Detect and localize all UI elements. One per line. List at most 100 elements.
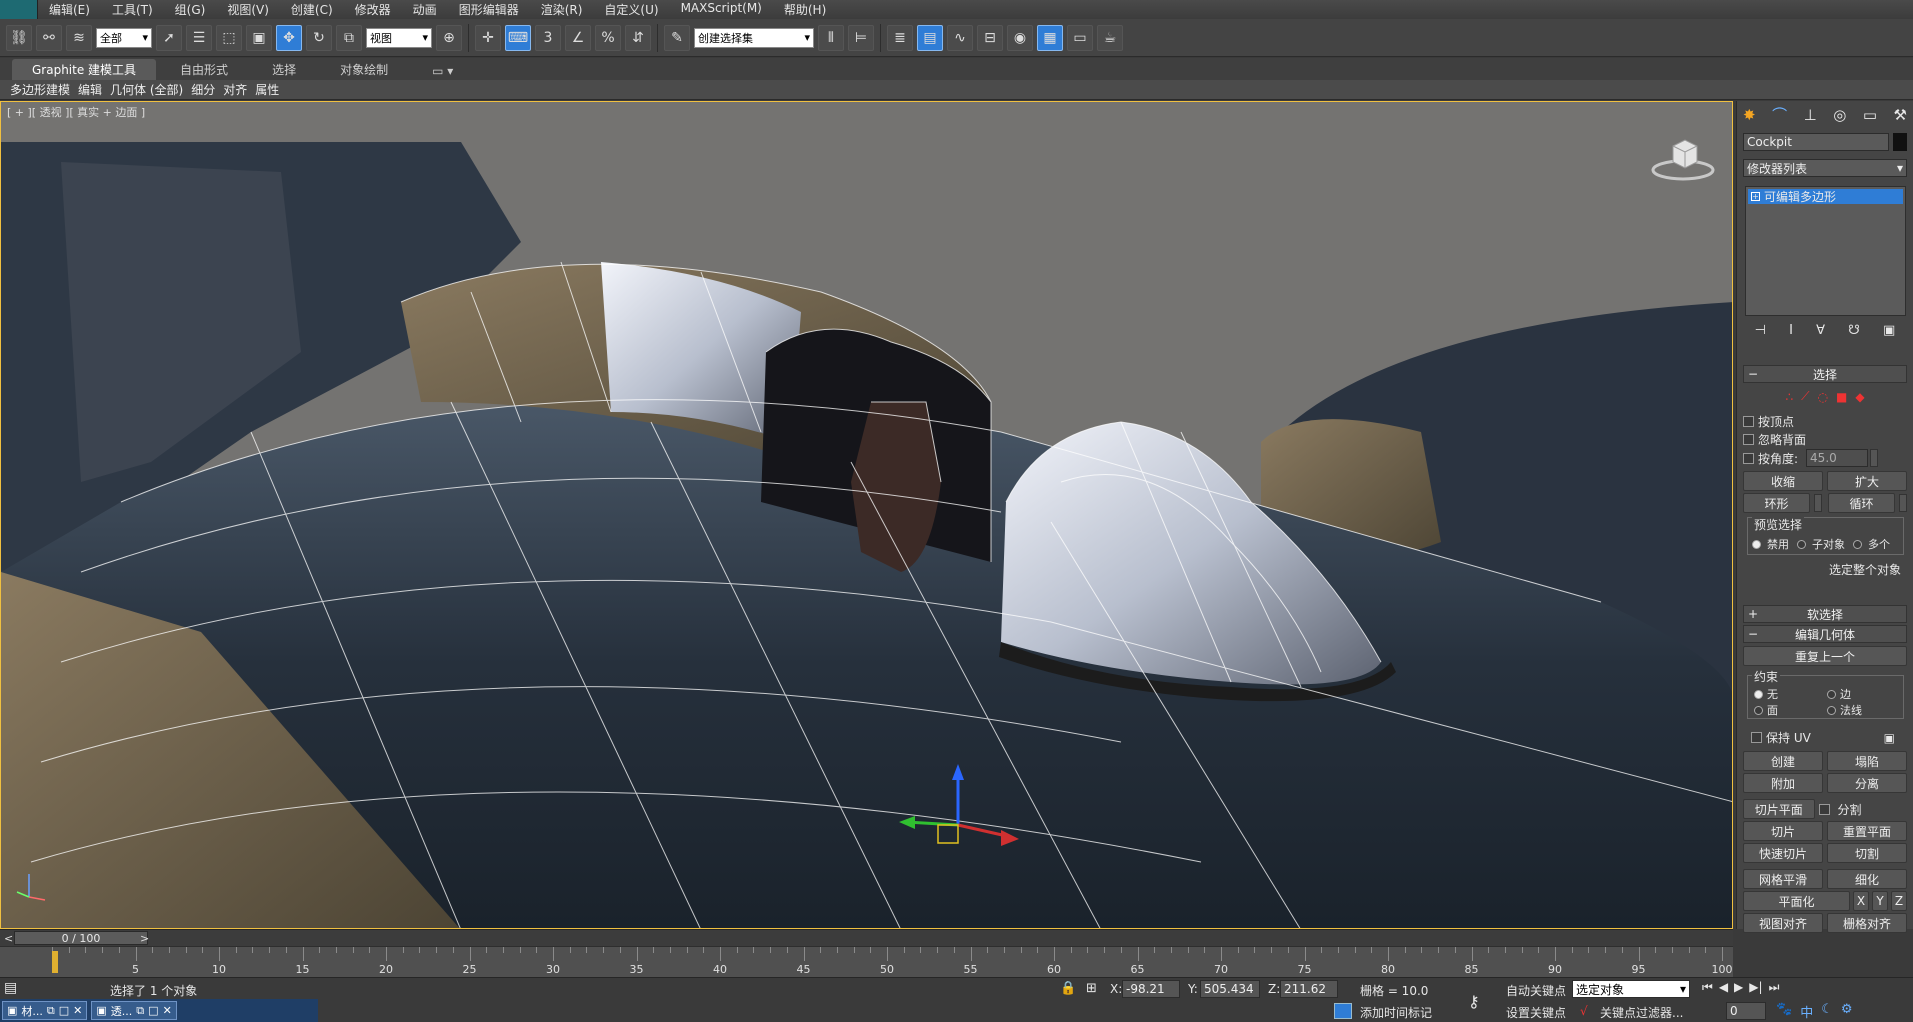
rect-selection-icon[interactable]: ⬚ xyxy=(216,24,242,51)
menu-item[interactable]: 编辑(E) xyxy=(38,1,101,18)
grow-button[interactable]: 扩大 xyxy=(1827,471,1907,491)
angle-snap-icon[interactable]: ∠ xyxy=(565,24,591,51)
element-icon[interactable]: ◆ xyxy=(1855,390,1864,404)
render-frame-icon[interactable]: ▭ xyxy=(1067,24,1093,51)
constraint-normal-radio[interactable] xyxy=(1827,705,1836,715)
x-coord-field[interactable]: -98.21 xyxy=(1122,980,1180,998)
paw-icon[interactable]: 🐾 xyxy=(1776,1002,1792,1021)
curve-icon[interactable]: √ xyxy=(1580,1004,1588,1018)
render-setup-icon[interactable]: ▦ xyxy=(1037,24,1063,51)
app-logo-button[interactable] xyxy=(0,0,38,19)
detach-button[interactable]: 分离 xyxy=(1827,773,1907,793)
layer-manager-icon[interactable]: ≣ xyxy=(887,24,913,51)
slice-button[interactable]: 切片 xyxy=(1743,821,1823,841)
menu-item[interactable]: 修改器 xyxy=(344,1,402,18)
snap-toggle-icon[interactable]: 3 xyxy=(535,24,561,51)
settings-icon[interactable]: ▣ xyxy=(1884,731,1895,745)
maxscript-listener-icon[interactable]: ▤ xyxy=(4,980,17,996)
make-planar-button[interactable]: 平面化 xyxy=(1743,891,1850,911)
keyboard-shortcut-override-icon[interactable]: ⌨ xyxy=(505,24,531,51)
viewcube-icon[interactable] xyxy=(1651,132,1715,182)
reset-plane-button[interactable]: 重置平面 xyxy=(1827,821,1907,841)
menu-item[interactable]: 创建(C) xyxy=(280,1,344,18)
move-icon[interactable]: ✥ xyxy=(276,24,302,51)
utilities-tab-icon[interactable]: ⚒ xyxy=(1894,106,1907,124)
pin-stack-icon[interactable]: ⊣ xyxy=(1755,323,1766,338)
soft-selection-rollout-header[interactable]: + 软选择 xyxy=(1743,605,1907,623)
task-material-editor[interactable]: ▣ 材... ⧉ □ ✕ xyxy=(2,1001,88,1020)
prev-frame-icon[interactable]: ◀ xyxy=(1719,980,1728,995)
meshsmooth-button[interactable]: 网格平滑 xyxy=(1743,869,1823,889)
hierarchy-tab-icon[interactable]: ⊥ xyxy=(1804,106,1817,124)
add-time-tag-button[interactable]: 添加时间标记 xyxy=(1360,1004,1432,1021)
object-name-field[interactable]: Cockpit xyxy=(1743,133,1890,151)
viewport-label[interactable]: [ + ][ 透视 ][ 真实 + 边面 ] xyxy=(7,104,145,120)
time-slider[interactable]: < 0 / 100 > xyxy=(0,929,1733,946)
current-frame-marker[interactable] xyxy=(52,951,58,973)
lock-selection-icon[interactable]: 🔒 xyxy=(1060,981,1076,996)
create-tab-icon[interactable]: ✸ xyxy=(1743,106,1756,124)
select-object-icon[interactable]: ➚ xyxy=(156,24,182,51)
restore-icon[interactable]: ⧉ xyxy=(136,1004,144,1018)
grid-align-button[interactable]: 栅格对齐 xyxy=(1827,913,1907,933)
next-frame-icon[interactable]: ▶| xyxy=(1749,980,1762,995)
show-end-result-icon[interactable]: Ⅰ xyxy=(1789,323,1793,338)
tessellate-button[interactable]: 细化 xyxy=(1827,869,1907,889)
ref-coord-dropdown[interactable]: 视图 ▾ xyxy=(366,27,432,48)
graphite-toggle-icon[interactable]: ▤ xyxy=(917,24,943,51)
by-angle-checkbox[interactable] xyxy=(1743,452,1754,464)
angle-spinner[interactable] xyxy=(1870,449,1879,467)
maximize-icon[interactable]: □ xyxy=(148,1004,158,1017)
loop-button[interactable]: 循环 xyxy=(1828,493,1895,513)
rotate-icon[interactable]: ↻ xyxy=(306,24,332,51)
task-perspective[interactable]: ▣ 透... ⧉ □ ✕ xyxy=(91,1001,177,1020)
shrink-button[interactable]: 收缩 xyxy=(1743,471,1823,491)
play-icon[interactable]: ▶ xyxy=(1734,980,1743,995)
align-icon[interactable]: ⊨ xyxy=(848,24,874,51)
ribbon-edit[interactable]: 编辑 xyxy=(78,81,102,98)
tab-freeform[interactable]: 自由形式 xyxy=(160,59,248,80)
menu-item[interactable]: 渲染(R) xyxy=(530,1,594,18)
close-icon[interactable]: ✕ xyxy=(163,1004,172,1017)
edge-icon[interactable]: ⟋ xyxy=(1801,389,1809,404)
tab-object-paint[interactable]: 对象绘制 xyxy=(320,59,408,80)
by-vertex-checkbox[interactable] xyxy=(1743,416,1754,427)
ring-button[interactable]: 环形 xyxy=(1743,493,1810,513)
current-frame-field[interactable]: 0 xyxy=(1726,1002,1766,1020)
menu-item[interactable]: 动画 xyxy=(402,1,448,18)
constraint-none-radio[interactable] xyxy=(1754,689,1763,699)
slice-plane-button[interactable]: 切片平面 xyxy=(1743,799,1815,819)
border-icon[interactable]: ◌ xyxy=(1817,390,1827,404)
pivot-center-icon[interactable]: ⊕ xyxy=(436,24,462,51)
expand-icon[interactable]: + xyxy=(1751,192,1760,201)
motion-tab-icon[interactable]: ◎ xyxy=(1833,106,1846,124)
menu-item[interactable]: 视图(V) xyxy=(216,1,280,18)
configure-modifier-sets-icon[interactable]: ▣ xyxy=(1883,323,1895,338)
ring-spinner[interactable] xyxy=(1814,494,1822,512)
constraint-edge-radio[interactable] xyxy=(1827,689,1836,699)
angle-value-field[interactable]: 45.0 xyxy=(1806,449,1869,467)
ime-indicator[interactable]: 中 xyxy=(1800,1002,1813,1021)
scale-icon[interactable]: ⧉ xyxy=(336,24,362,51)
curve-editor-icon[interactable]: ∿ xyxy=(947,24,973,51)
make-unique-icon[interactable]: ∀ xyxy=(1816,323,1825,338)
preview-off-radio[interactable] xyxy=(1752,539,1761,549)
moon-icon[interactable]: ☾ xyxy=(1821,1002,1833,1021)
selection-filter-dropdown[interactable]: 全部 ▾ xyxy=(96,27,152,48)
z-coord-field[interactable]: 211.62 xyxy=(1280,980,1338,998)
ribbon-polygon-modeling[interactable]: 多边形建模 xyxy=(10,81,70,98)
time-slider-next[interactable]: > xyxy=(140,932,149,945)
selection-rollout-header[interactable]: − 选择 xyxy=(1743,365,1907,383)
remove-modifier-icon[interactable]: ☋ xyxy=(1848,323,1860,338)
goto-end-icon[interactable]: ⏭ xyxy=(1769,980,1780,995)
vertex-icon[interactable]: ∴ xyxy=(1785,390,1793,404)
window-crossing-icon[interactable]: ▣ xyxy=(246,24,272,51)
split-checkbox[interactable] xyxy=(1818,803,1830,815)
tab-selection[interactable]: 选择 xyxy=(252,59,316,80)
y-coord-field[interactable]: 505.434 xyxy=(1200,980,1260,998)
restore-icon[interactable]: ⧉ xyxy=(47,1004,55,1018)
menu-item[interactable]: 工具(T) xyxy=(101,1,164,18)
modifier-stack[interactable]: + 可编辑多边形 xyxy=(1745,186,1906,316)
close-icon[interactable]: ✕ xyxy=(73,1004,82,1017)
cut-button[interactable]: 切割 xyxy=(1827,843,1907,863)
